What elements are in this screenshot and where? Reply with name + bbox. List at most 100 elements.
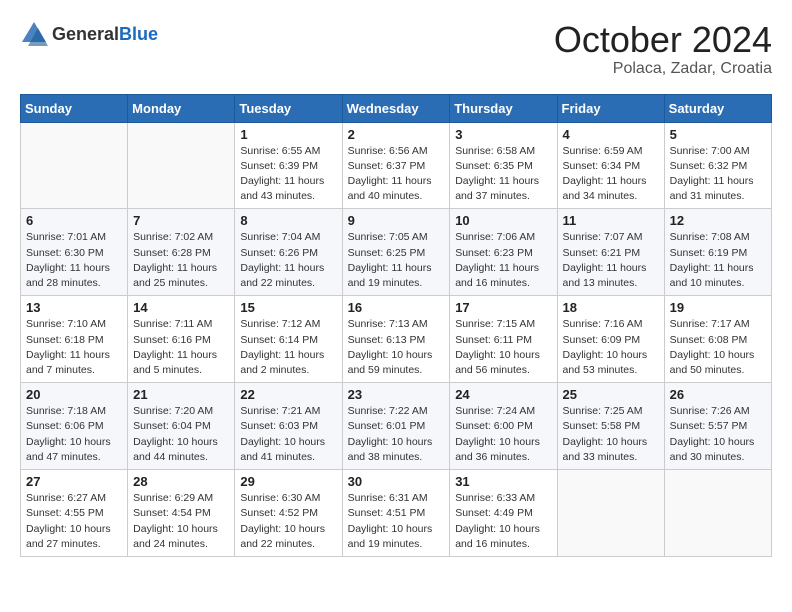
calendar-cell: 30Sunrise: 6:31 AMSunset: 4:51 PMDayligh…	[342, 470, 450, 557]
day-info: Sunrise: 7:24 AMSunset: 6:00 PMDaylight:…	[455, 404, 551, 465]
day-number: 27	[26, 474, 122, 489]
calendar-table: SundayMondayTuesdayWednesdayThursdayFrid…	[20, 94, 772, 557]
day-info: Sunrise: 6:59 AMSunset: 6:34 PMDaylight:…	[563, 144, 659, 205]
calendar-week-row: 20 Sunrise: 7:18 AMSunset: 6:06 PMDayligh…	[21, 383, 772, 470]
calendar-cell	[664, 470, 771, 557]
calendar-cell: 31 Sunrise: 6:33 AMSunset: 4:49 PMDayligh…	[450, 470, 557, 557]
day-number: 20	[26, 387, 122, 402]
calendar-week-row: 6 Sunrise: 7:01 AMSunset: 6:30 PMDaylight…	[21, 209, 772, 296]
day-info: Sunrise: 7:17 AMSunset: 6:08 PMDaylight:…	[670, 317, 766, 378]
weekday-header-row: SundayMondayTuesdayWednesdayThursdayFrid…	[21, 94, 772, 122]
day-info: Sunrise: 7:26 AMSunset: 5:57 PMDaylight:…	[670, 404, 766, 465]
calendar-cell: 13 Sunrise: 7:10 AMSunset: 6:18 PMDayligh…	[21, 296, 128, 383]
calendar-cell: 10 Sunrise: 7:06 AMSunset: 6:23 PMDayligh…	[450, 209, 557, 296]
day-number: 29	[240, 474, 336, 489]
day-number: 10	[455, 213, 551, 228]
calendar-cell: 16Sunrise: 7:13 AMSunset: 6:13 PMDayligh…	[342, 296, 450, 383]
calendar-cell	[128, 122, 235, 209]
day-info: Sunrise: 6:31 AMSunset: 4:51 PMDaylight:…	[348, 491, 445, 552]
calendar-cell: 18 Sunrise: 7:16 AMSunset: 6:09 PMDayligh…	[557, 296, 664, 383]
day-info: Sunrise: 6:29 AMSunset: 4:54 PMDaylight:…	[133, 491, 229, 552]
calendar-week-row: 27 Sunrise: 6:27 AMSunset: 4:55 PMDayligh…	[21, 470, 772, 557]
day-info: Sunrise: 7:10 AMSunset: 6:18 PMDaylight:…	[26, 317, 122, 378]
calendar-cell: 7Sunrise: 7:02 AMSunset: 6:28 PMDaylight…	[128, 209, 235, 296]
day-info: Sunrise: 6:27 AMSunset: 4:55 PMDaylight:…	[26, 491, 122, 552]
day-number: 9	[348, 213, 445, 228]
weekday-header: Monday	[128, 94, 235, 122]
day-info: Sunrise: 7:20 AMSunset: 6:04 PMDaylight:…	[133, 404, 229, 465]
calendar-cell: 3 Sunrise: 6:58 AMSunset: 6:35 PMDaylight…	[450, 122, 557, 209]
day-number: 14	[133, 300, 229, 315]
weekday-header: Tuesday	[235, 94, 342, 122]
day-info: Sunrise: 7:04 AMSunset: 6:26 PMDaylight:…	[240, 230, 336, 291]
day-info: Sunrise: 7:21 AMSunset: 6:03 PMDaylight:…	[240, 404, 336, 465]
calendar-cell: 21 Sunrise: 7:20 AMSunset: 6:04 PMDayligh…	[128, 383, 235, 470]
calendar-cell: 15 Sunrise: 7:12 AMSunset: 6:14 PMDayligh…	[235, 296, 342, 383]
calendar-cell: 5 Sunrise: 7:00 AMSunset: 6:32 PMDaylight…	[664, 122, 771, 209]
calendar-cell: 14 Sunrise: 7:11 AMSunset: 6:16 PMDayligh…	[128, 296, 235, 383]
calendar-cell: 26Sunrise: 7:26 AMSunset: 5:57 PMDayligh…	[664, 383, 771, 470]
calendar-cell: 25 Sunrise: 7:25 AMSunset: 5:58 PMDayligh…	[557, 383, 664, 470]
calendar-cell	[557, 470, 664, 557]
calendar-cell: 1 Sunrise: 6:55 AMSunset: 6:39 PMDaylight…	[235, 122, 342, 209]
calendar-week-row: 1 Sunrise: 6:55 AMSunset: 6:39 PMDaylight…	[21, 122, 772, 209]
day-info: Sunrise: 7:00 AMSunset: 6:32 PMDaylight:…	[670, 144, 766, 205]
day-number: 24	[455, 387, 551, 402]
day-info: Sunrise: 6:30 AMSunset: 4:52 PMDaylight:…	[240, 491, 336, 552]
calendar-cell: 6 Sunrise: 7:01 AMSunset: 6:30 PMDaylight…	[21, 209, 128, 296]
calendar-cell: 22 Sunrise: 7:21 AMSunset: 6:03 PMDayligh…	[235, 383, 342, 470]
weekday-header: Thursday	[450, 94, 557, 122]
calendar-week-row: 13 Sunrise: 7:10 AMSunset: 6:18 PMDayligh…	[21, 296, 772, 383]
day-info: Sunrise: 7:11 AMSunset: 6:16 PMDaylight:…	[133, 317, 229, 378]
day-info: Sunrise: 6:33 AMSunset: 4:49 PMDaylight:…	[455, 491, 551, 552]
day-number: 31	[455, 474, 551, 489]
month-title: October 2024	[554, 20, 772, 60]
day-info: Sunrise: 7:08 AMSunset: 6:19 PMDaylight:…	[670, 230, 766, 291]
day-info: Sunrise: 7:18 AMSunset: 6:06 PMDaylight:…	[26, 404, 122, 465]
day-info: Sunrise: 7:06 AMSunset: 6:23 PMDaylight:…	[455, 230, 551, 291]
day-number: 21	[133, 387, 229, 402]
day-number: 22	[240, 387, 336, 402]
day-info: Sunrise: 7:01 AMSunset: 6:30 PMDaylight:…	[26, 230, 122, 291]
calendar-cell: 23Sunrise: 7:22 AMSunset: 6:01 PMDayligh…	[342, 383, 450, 470]
calendar-cell: 12 Sunrise: 7:08 AMSunset: 6:19 PMDayligh…	[664, 209, 771, 296]
day-number: 11	[563, 213, 659, 228]
calendar-cell: 24 Sunrise: 7:24 AMSunset: 6:00 PMDayligh…	[450, 383, 557, 470]
day-info: Sunrise: 7:15 AMSunset: 6:11 PMDaylight:…	[455, 317, 551, 378]
day-info: Sunrise: 7:25 AMSunset: 5:58 PMDaylight:…	[563, 404, 659, 465]
day-info: Sunrise: 7:13 AMSunset: 6:13 PMDaylight:…	[348, 317, 445, 378]
calendar-cell: 17Sunrise: 7:15 AMSunset: 6:11 PMDayligh…	[450, 296, 557, 383]
day-number: 5	[670, 127, 766, 142]
day-info: Sunrise: 7:16 AMSunset: 6:09 PMDaylight:…	[563, 317, 659, 378]
day-info: Sunrise: 6:58 AMSunset: 6:35 PMDaylight:…	[455, 144, 551, 205]
day-info: Sunrise: 7:22 AMSunset: 6:01 PMDaylight:…	[348, 404, 445, 465]
calendar-cell: 2 Sunrise: 6:56 AMSunset: 6:37 PMDaylight…	[342, 122, 450, 209]
day-info: Sunrise: 6:56 AMSunset: 6:37 PMDaylight:…	[348, 144, 445, 205]
day-number: 12	[670, 213, 766, 228]
logo-text: GeneralBlue	[52, 24, 158, 45]
calendar-cell: 27 Sunrise: 6:27 AMSunset: 4:55 PMDayligh…	[21, 470, 128, 557]
day-number: 25	[563, 387, 659, 402]
weekday-header: Saturday	[664, 94, 771, 122]
day-number: 18	[563, 300, 659, 315]
day-number: 8	[240, 213, 336, 228]
logo-icon	[20, 20, 48, 48]
logo-general: General	[52, 24, 119, 44]
weekday-header: Sunday	[21, 94, 128, 122]
calendar-cell: 20 Sunrise: 7:18 AMSunset: 6:06 PMDayligh…	[21, 383, 128, 470]
day-number: 2	[348, 127, 445, 142]
day-number: 6	[26, 213, 122, 228]
day-info: Sunrise: 7:12 AMSunset: 6:14 PMDaylight:…	[240, 317, 336, 378]
day-number: 15	[240, 300, 336, 315]
day-number: 28	[133, 474, 229, 489]
calendar-cell: 29 Sunrise: 6:30 AMSunset: 4:52 PMDayligh…	[235, 470, 342, 557]
calendar-cell: 11Sunrise: 7:07 AMSunset: 6:21 PMDayligh…	[557, 209, 664, 296]
day-number: 1	[240, 127, 336, 142]
location-title: Polaca, Zadar, Croatia	[554, 60, 772, 78]
day-number: 13	[26, 300, 122, 315]
calendar-cell: 8 Sunrise: 7:04 AMSunset: 6:26 PMDaylight…	[235, 209, 342, 296]
day-info: Sunrise: 6:55 AMSunset: 6:39 PMDaylight:…	[240, 144, 336, 205]
day-number: 3	[455, 127, 551, 142]
logo-blue: Blue	[119, 24, 158, 44]
day-number: 7	[133, 213, 229, 228]
